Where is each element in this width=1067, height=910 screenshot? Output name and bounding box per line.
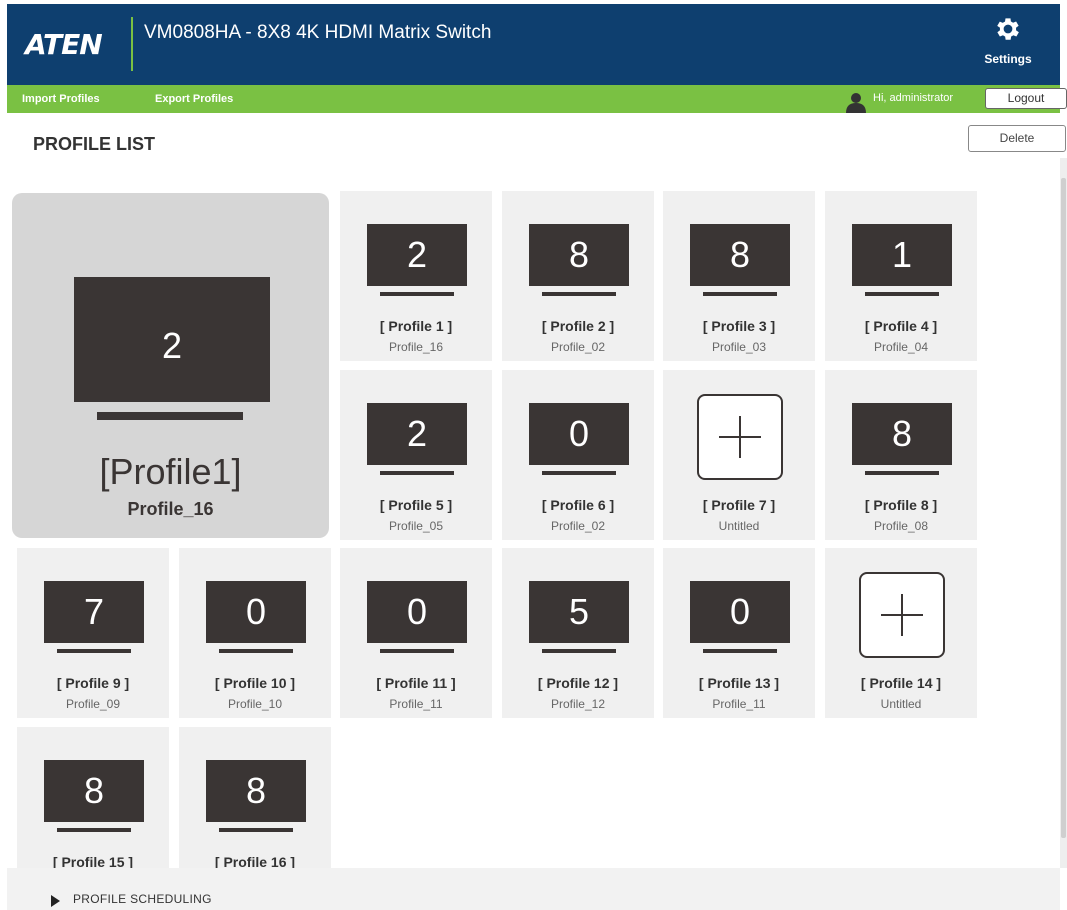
aten-logo: ATEN	[25, 28, 103, 61]
monitor-stand	[542, 471, 616, 475]
scrollbar[interactable]	[1060, 158, 1067, 868]
monitor-stand	[380, 292, 454, 296]
monitor-icon: 0	[367, 581, 467, 643]
monitor-stand	[703, 649, 777, 653]
monitor-icon: 8	[852, 403, 952, 465]
user-icon	[846, 93, 866, 113]
profile-name: [ Profile 6 ]	[541, 497, 615, 513]
profile-name: [ Profile 12 ]	[537, 675, 619, 691]
export-profiles-link[interactable]: Export Profiles	[155, 93, 233, 105]
profile-name: [ Profile 9 ]	[56, 675, 130, 691]
profile-tile[interactable]: [ Profile 14 ] Untitled	[825, 548, 977, 718]
active-profile-tile[interactable]: 2 [Profile1] Profile_16	[12, 193, 329, 538]
profile-subtitle: Profile_09	[65, 697, 121, 711]
monitor-icon: 7	[44, 581, 144, 643]
header-bar: ATEN VM0808HA - 8X8 4K HDMI Matrix Switc…	[7, 4, 1060, 85]
profile-subtitle: Profile_10	[227, 697, 283, 711]
monitor-icon: 0	[690, 581, 790, 643]
monitor-icon: 0	[529, 403, 629, 465]
monitor-stand	[865, 471, 939, 475]
monitor-stand	[380, 649, 454, 653]
monitor-icon: 2	[74, 277, 270, 402]
monitor-stand	[97, 412, 243, 420]
profile-tile[interactable]: 8 [ Profile 2 ] Profile_02	[502, 191, 654, 361]
monitor-stand	[380, 471, 454, 475]
profile-subtitle: Profile_02	[550, 519, 606, 533]
profile-name: [ Profile 10 ]	[214, 675, 296, 691]
monitor-icon: 2	[367, 403, 467, 465]
app-title: VM0808HA - 8X8 4K HDMI Matrix Switch	[144, 22, 492, 43]
profile-name: [ Profile 8 ]	[864, 497, 938, 513]
monitor-stand	[865, 292, 939, 296]
profile-tile[interactable]: 2 [ Profile 5 ] Profile_05	[340, 370, 492, 540]
profile-name: [ Profile 11 ]	[376, 675, 456, 691]
profile-subtitle: Profile_03	[711, 340, 767, 354]
profile-tile[interactable]: 1 [ Profile 4 ] Profile_04	[825, 191, 977, 361]
profile-tile[interactable]: 8 [ Profile 3 ] Profile_03	[663, 191, 815, 361]
delete-button[interactable]: Delete	[968, 125, 1066, 152]
profile-name: [ Profile 4 ]	[864, 318, 938, 334]
profile-subtitle: Untitled	[880, 697, 922, 711]
triangle-right-icon	[51, 895, 60, 907]
settings-label: Settings	[984, 52, 1032, 66]
profile-name: [ Profile 7 ]	[702, 497, 776, 513]
profile-scheduling-label[interactable]: PROFILE SCHEDULING	[73, 892, 212, 906]
monitor-stand	[703, 292, 777, 296]
monitor-icon: 8	[206, 760, 306, 822]
scrollbar-thumb[interactable]	[1061, 178, 1066, 838]
profile-name: [ Profile 1 ]	[379, 318, 453, 334]
profile-name: [ Profile 14 ]	[860, 675, 942, 691]
profile-name: [ Profile 2 ]	[541, 318, 615, 334]
profile-subtitle: Profile_16	[388, 340, 444, 354]
profile-name: [ Profile 3 ]	[702, 318, 776, 334]
profile-tile[interactable]: 0 [ Profile 11 ] Profile_11	[340, 548, 492, 718]
monitor-icon: 1	[852, 224, 952, 286]
logout-button[interactable]: Logout	[985, 88, 1067, 109]
user-greeting: Hi, administrator	[873, 92, 954, 104]
monitor-icon: 8	[44, 760, 144, 822]
import-profiles-link[interactable]: Import Profiles	[22, 93, 100, 105]
page-title: PROFILE LIST	[33, 134, 156, 154]
profile-tile[interactable]: 7 [ Profile 9 ] Profile_09	[17, 548, 169, 718]
profile-scheduling-bar[interactable]: PROFILE SCHEDULING	[7, 868, 1060, 910]
profile-subtitle: Profile_08	[873, 519, 929, 533]
profile-subtitle: Untitled	[718, 519, 760, 533]
monitor-stand	[219, 828, 293, 832]
profile-tile[interactable]: 2 [ Profile 1 ] Profile_16	[340, 191, 492, 361]
profile-tile[interactable]: 0 [ Profile 10 ] Profile_10	[179, 548, 331, 718]
settings-button[interactable]: Settings	[978, 14, 1038, 74]
monitor-icon: 0	[206, 581, 306, 643]
gear-icon	[997, 18, 1019, 40]
profile-name: [ Profile 5 ]	[379, 497, 453, 513]
monitor-icon: 8	[690, 224, 790, 286]
monitor-stand	[542, 292, 616, 296]
profile-subtitle: Profile_04	[873, 340, 929, 354]
profile-tile[interactable]: [ Profile 7 ] Untitled	[663, 370, 815, 540]
profile-tile[interactable]: 8[ Profile 16 ]	[179, 727, 331, 870]
monitor-icon: 2	[367, 224, 467, 286]
monitor-stand	[542, 649, 616, 653]
monitor-stand	[219, 649, 293, 653]
profile-subtitle: Profile_11	[389, 697, 443, 711]
logo-divider	[131, 17, 133, 71]
profile-tile[interactable]: 0 [ Profile 13 ] Profile_11	[663, 548, 815, 718]
profile-tile[interactable]: 0 [ Profile 6 ] Profile_02	[502, 370, 654, 540]
profile-tile[interactable]: 8 [ Profile 8 ] Profile_08	[825, 370, 977, 540]
monitor-icon: 8	[529, 224, 629, 286]
active-profile-subtitle: Profile_16	[127, 499, 214, 519]
monitor-icon: 5	[529, 581, 629, 643]
profile-tile[interactable]: 8[ Profile 15 ]	[17, 727, 169, 870]
profile-subtitle: Profile_12	[550, 697, 606, 711]
monitor-stand	[57, 828, 131, 832]
plus-icon[interactable]	[859, 572, 945, 658]
plus-icon[interactable]	[697, 394, 783, 480]
toolbar: Import Profiles Export Profiles Hi, admi…	[7, 85, 1067, 113]
profile-subtitle: Profile_11	[712, 697, 766, 711]
profile-name: [ Profile 13 ]	[698, 675, 780, 691]
active-profile-name: [Profile1]	[99, 451, 242, 492]
profile-subtitle: Profile_05	[388, 519, 444, 533]
monitor-stand	[57, 649, 131, 653]
profile-tile[interactable]: 5 [ Profile 12 ] Profile_12	[502, 548, 654, 718]
profile-subtitle: Profile_02	[550, 340, 606, 354]
